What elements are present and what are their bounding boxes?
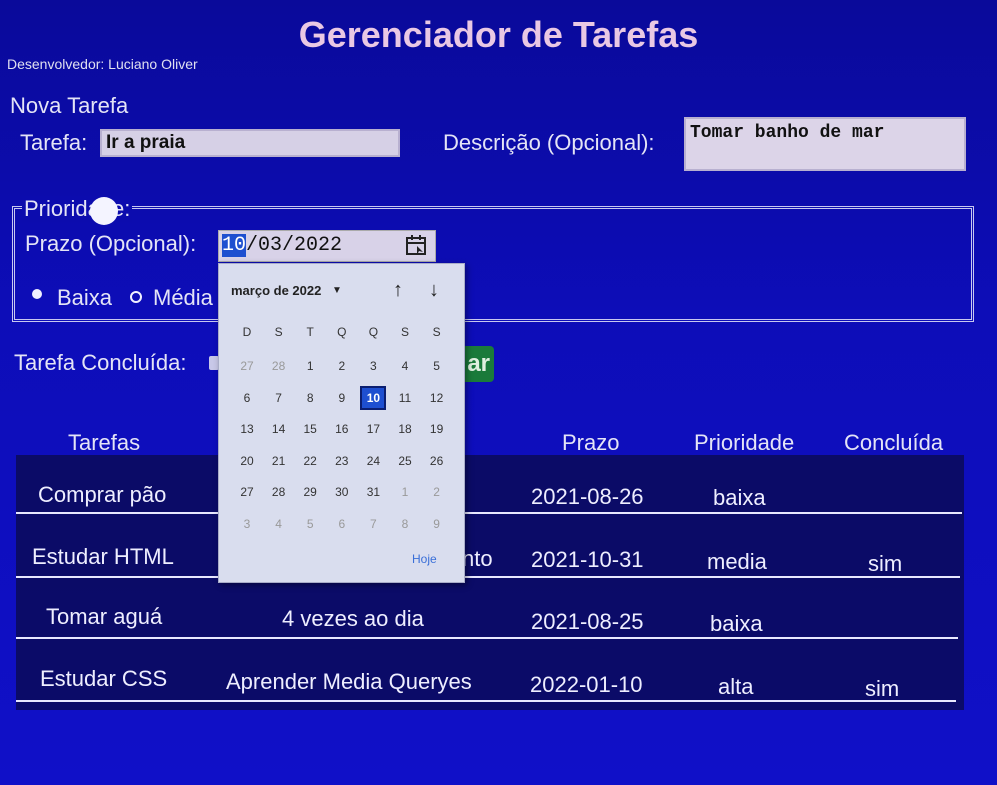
calendar-day[interactable]: 7 <box>360 512 386 536</box>
calendar-day[interactable]: 11 <box>392 386 418 410</box>
calendar-day[interactable]: 30 <box>329 480 355 504</box>
row2-tarefa: Estudar HTML <box>32 544 174 569</box>
calendar-day[interactable]: 25 <box>392 449 418 473</box>
date-picker-popup: março de 2022 ▼ ↑ ↓ D S T Q Q S S 27 28 1 2 3 4 5 6 7 8 9… <box>218 263 465 583</box>
calendar-day[interactable]: 2 <box>424 480 450 504</box>
calendar-day[interactable]: 13 <box>234 417 260 441</box>
description-textarea[interactable]: Tomar banho de mar <box>684 117 966 171</box>
calendar-day[interactable]: 28 <box>266 354 292 378</box>
today-button[interactable]: Hoje <box>412 552 437 566</box>
header-prazo: Prazo <box>562 430 620 455</box>
arrow-down-icon[interactable]: ↓ <box>429 279 439 302</box>
calendar-day[interactable]: 9 <box>424 512 450 536</box>
row3-descricao: 4 vezes ao dia <box>282 606 424 631</box>
calendar-icon[interactable] <box>405 234 427 256</box>
calendar-day[interactable]: 27 <box>234 480 260 504</box>
calendar-day[interactable]: 1 <box>297 354 323 378</box>
calendar-day-selected[interactable]: 10 <box>360 385 387 410</box>
row2-prazo: 2021-10-31 <box>531 547 644 572</box>
row-divider <box>16 576 960 578</box>
calendar-day[interactable]: 31 <box>360 480 386 504</box>
calendar-day[interactable]: 22 <box>297 449 323 473</box>
deadline-label: Prazo (Opcional): <box>25 231 197 256</box>
row3-tarefa: Tomar aguá <box>46 604 163 629</box>
description-label: Descrição (Opcional): <box>443 130 655 155</box>
arrow-up-icon[interactable]: ↑ <box>393 279 403 302</box>
row4-prazo: 2022-01-10 <box>530 672 643 697</box>
weekday-header: S <box>432 325 441 339</box>
row1-prazo: 2021-08-26 <box>531 484 644 509</box>
row-divider <box>16 637 958 639</box>
new-task-heading: Nova Tarefa <box>10 93 129 118</box>
row4-concluida: sim <box>865 676 900 701</box>
calendar-day[interactable]: 6 <box>329 512 355 536</box>
row1-prioridade: baixa <box>713 485 766 510</box>
completed-label: Tarefa Concluída: <box>14 350 187 375</box>
row4-tarefa: Estudar CSS <box>40 666 168 691</box>
calendar-day[interactable]: 20 <box>234 449 260 473</box>
weekday-header: S <box>400 325 409 339</box>
calendar-day[interactable]: 5 <box>297 512 323 536</box>
cursor-glare <box>90 197 118 225</box>
calendar-month-label[interactable]: março de 2022 <box>231 283 321 298</box>
date-day-segment[interactable]: 10 <box>222 234 247 257</box>
priority-media-label: Média <box>153 285 213 310</box>
row2-descricao: nto <box>462 546 493 571</box>
header-concluida: Concluída <box>844 430 944 455</box>
calendar-day[interactable]: 4 <box>392 354 418 378</box>
calendar-day[interactable]: 15 <box>297 417 323 441</box>
row1-tarefa: Comprar pão <box>38 482 167 507</box>
calendar-day[interactable]: 5 <box>424 354 450 378</box>
developer-credit: Desenvolvedor: Luciano Oliver <box>7 56 198 72</box>
row-divider <box>16 512 962 514</box>
calendar-day[interactable]: 29 <box>297 480 323 504</box>
calendar-day[interactable]: 1 <box>392 480 418 504</box>
calendar-day[interactable]: 9 <box>329 386 355 410</box>
calendar-day[interactable]: 18 <box>392 417 418 441</box>
deadline-date-input[interactable]: 10/03/2022 <box>218 230 436 262</box>
calendar-day[interactable]: 21 <box>266 449 292 473</box>
priority-baixa-radio[interactable] <box>32 289 42 299</box>
calendar-day[interactable]: 12 <box>424 386 450 410</box>
row3-prioridade: baixa <box>710 611 763 636</box>
page-title: Gerenciador de Tarefas <box>298 14 699 55</box>
calendar-day[interactable]: 16 <box>329 417 355 441</box>
header-tarefas: Tarefas <box>68 430 141 455</box>
header-prioridade: Prioridade <box>694 430 795 455</box>
row4-descricao: Aprender Media Queryes <box>226 669 472 694</box>
row2-concluida: sim <box>868 551 903 576</box>
calendar-day[interactable]: 6 <box>234 386 260 410</box>
weekday-header: T <box>306 325 314 339</box>
weekday-header: Q <box>337 325 347 339</box>
calendar-day[interactable]: 2 <box>329 354 355 378</box>
date-rest-segment[interactable]: /03/2022 <box>246 234 342 257</box>
calendar-day[interactable]: 23 <box>329 449 355 473</box>
row4-prioridade: alta <box>718 674 754 699</box>
weekday-header: D <box>242 325 252 339</box>
row2-prioridade: media <box>707 549 767 574</box>
calendar-day[interactable]: 4 <box>266 512 292 536</box>
weekday-header: Q <box>368 325 379 339</box>
calendar-day[interactable]: 3 <box>360 354 386 378</box>
calendar-day[interactable]: 27 <box>234 354 260 378</box>
calendar-day[interactable]: 28 <box>266 480 292 504</box>
task-input[interactable] <box>100 129 400 157</box>
priority-baixa-label: Baixa <box>57 285 113 310</box>
calendar-day[interactable]: 17 <box>360 417 386 441</box>
calendar-day[interactable]: 14 <box>266 417 292 441</box>
weekday-header: S <box>274 325 283 339</box>
calendar-day[interactable]: 26 <box>424 449 450 473</box>
calendar-day[interactable]: 24 <box>360 449 386 473</box>
row-divider <box>16 700 956 702</box>
priority-media-radio[interactable] <box>130 291 142 303</box>
calendar-day[interactable]: 8 <box>297 386 323 410</box>
row3-prazo: 2021-08-25 <box>531 609 644 634</box>
caret-down-icon[interactable]: ▼ <box>332 285 342 296</box>
calendar-day[interactable]: 8 <box>392 512 418 536</box>
calendar-day[interactable]: 3 <box>234 512 260 536</box>
calendar-day[interactable]: 19 <box>424 417 450 441</box>
calendar-day[interactable]: 7 <box>266 386 292 410</box>
task-label: Tarefa: <box>20 130 88 155</box>
